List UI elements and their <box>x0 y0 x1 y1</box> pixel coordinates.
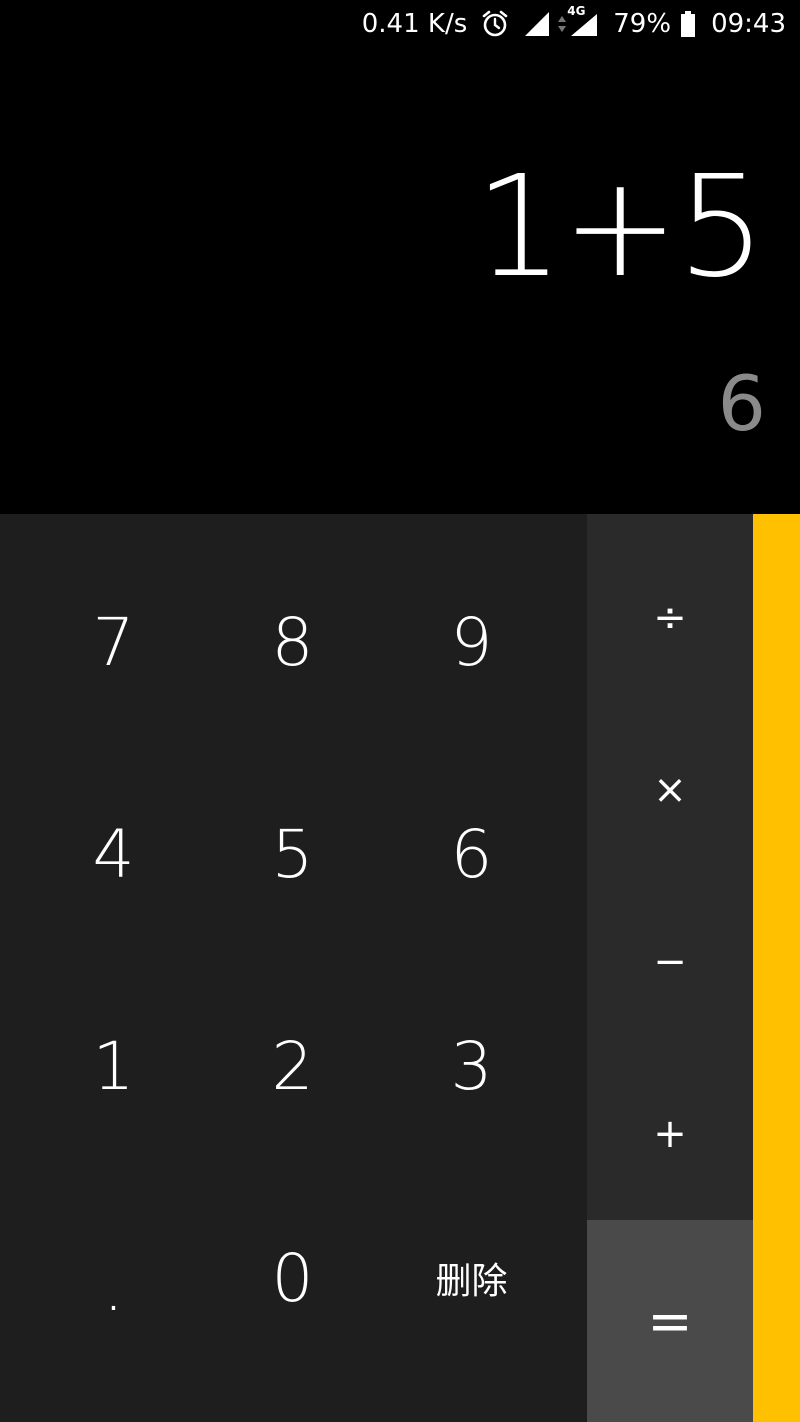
operator-column: ÷ × − + = <box>587 514 753 1422</box>
delete-button[interactable]: 删除 <box>382 1172 561 1384</box>
network-label: 4G <box>567 4 586 18</box>
calculator-display: 1+5 6 <box>0 48 800 514</box>
status-bar: 0.41 K/s 4G 79% 09:43 <box>0 0 800 48</box>
battery-icon <box>679 10 697 38</box>
digit-keypad: 7 8 9 4 5 6 1 2 3 . 0 删除 <box>0 514 587 1422</box>
multiply-button[interactable]: × <box>587 704 753 876</box>
key-1[interactable]: 1 <box>24 960 203 1172</box>
divide-button[interactable]: ÷ <box>587 532 753 704</box>
data-arrows-icon <box>558 16 567 32</box>
key-7[interactable]: 7 <box>24 536 203 748</box>
key-6[interactable]: 6 <box>382 748 561 960</box>
add-button[interactable]: + <box>587 1048 753 1220</box>
signal-icon <box>523 10 551 38</box>
signal-4g-icon: 4G <box>557 4 599 38</box>
key-2[interactable]: 2 <box>203 960 382 1172</box>
key-8[interactable]: 8 <box>203 536 382 748</box>
key-5[interactable]: 5 <box>203 748 382 960</box>
key-decimal-point[interactable]: . <box>24 1172 203 1384</box>
digit-grid: 7 8 9 4 5 6 1 2 3 . 0 删除 <box>24 536 561 1384</box>
advanced-panel-handle[interactable] <box>753 514 800 1422</box>
expression-text[interactable]: 1+5 <box>475 158 766 298</box>
key-9[interactable]: 9 <box>382 536 561 748</box>
equals-button[interactable]: = <box>587 1220 753 1422</box>
key-4[interactable]: 4 <box>24 748 203 960</box>
subtract-button[interactable]: − <box>587 876 753 1048</box>
battery-percent: 79% <box>613 9 672 39</box>
clock: 09:43 <box>711 9 786 39</box>
net-speed: 0.41 K/s <box>361 9 468 39</box>
alarm-icon <box>481 10 509 38</box>
key-0[interactable]: 0 <box>203 1172 382 1384</box>
key-3[interactable]: 3 <box>382 960 561 1172</box>
result-text: 6 <box>717 359 766 448</box>
